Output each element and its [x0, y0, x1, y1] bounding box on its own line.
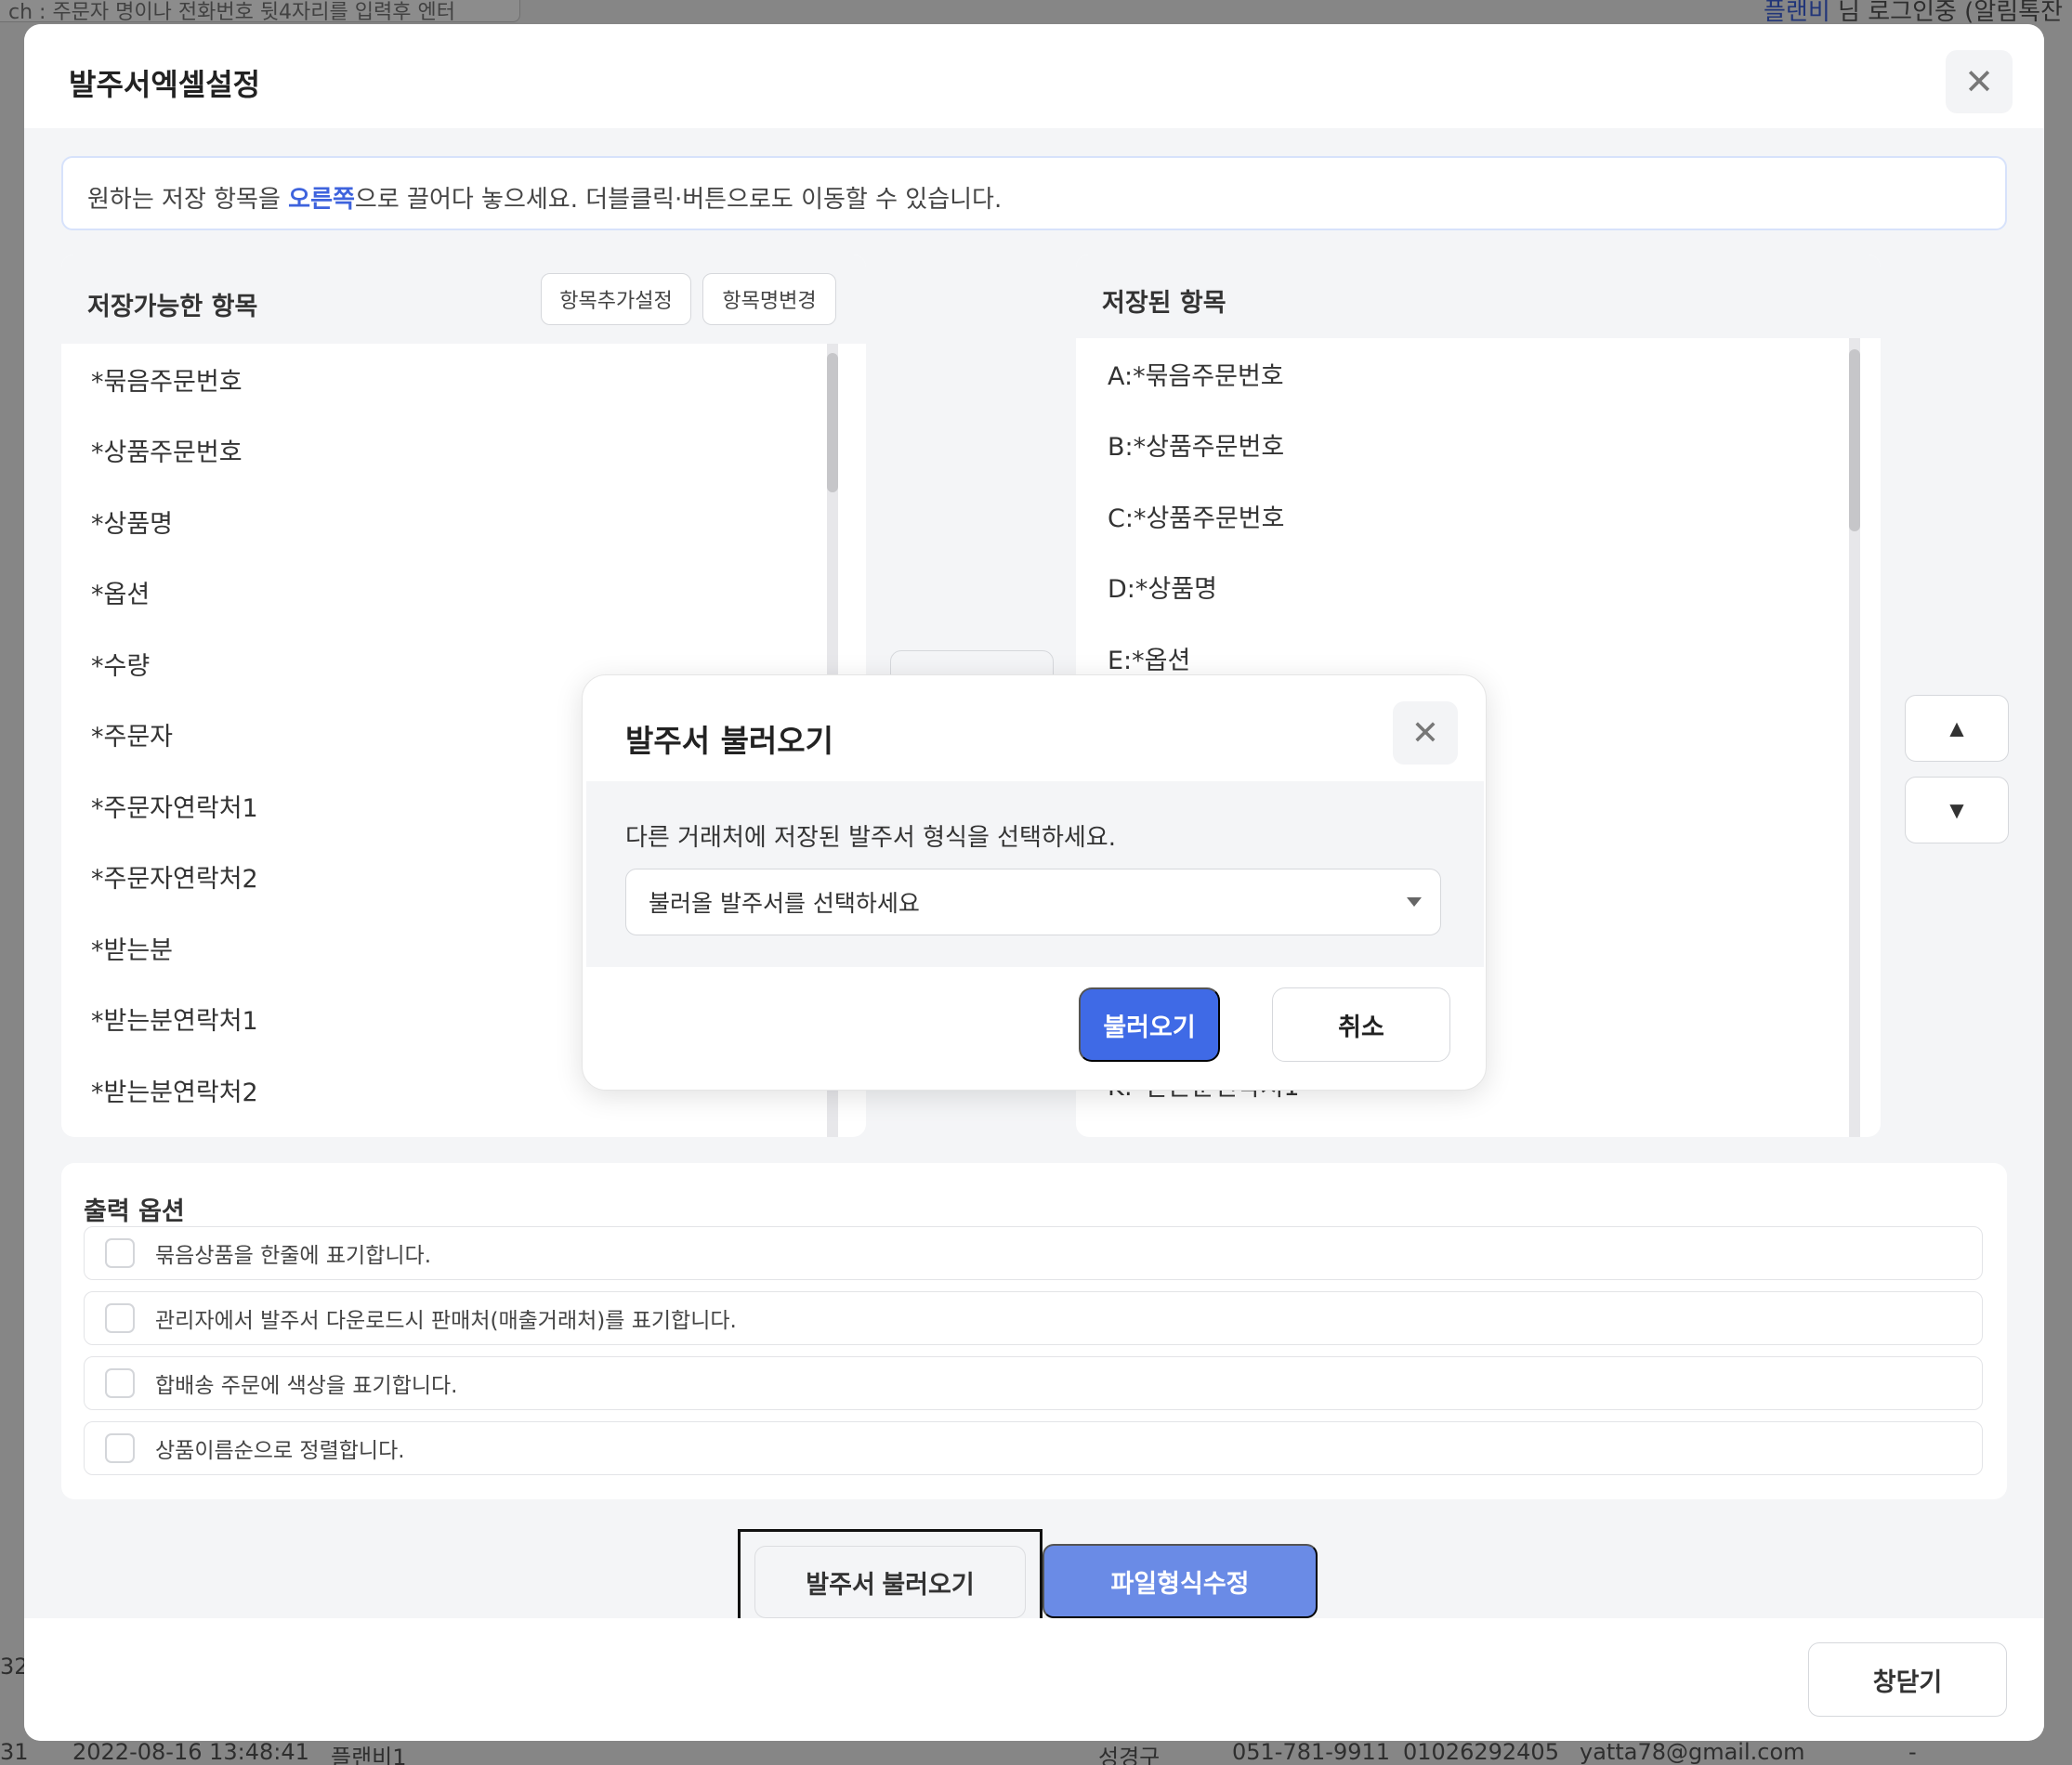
dialog-body: 다른 거래처에 저장된 발주서 형식을 선택하세요. 불러올 발주서를 선택하세…: [586, 781, 1484, 967]
option-label: 합배송 주문에 색상을 표기합니다.: [155, 1374, 458, 1398]
option-row-combined-shipping-color[interactable]: 합배송 주문에 색상을 표기합니다.: [84, 1356, 1983, 1410]
dialog-load-button[interactable]: 불러오기: [1079, 987, 1220, 1062]
load-order-form-button[interactable]: 발주서 불러오기: [754, 1546, 1026, 1618]
edit-file-format-button[interactable]: 파일형식수정: [1043, 1544, 1318, 1618]
modal-header: 발주서엑셀설정 ✕: [24, 24, 2044, 128]
saved-list-item[interactable]: B:*상품주문번호: [1076, 410, 1881, 481]
notice-suffix: 으로 끌어다 놓으세요. 더블클릭·버튼으로도 이동할 수 있습니다.: [354, 186, 1003, 214]
load-order-form-dialog: 발주서 불러오기 ✕ 다른 거래처에 저장된 발주서 형식을 선택하세요. 불러…: [582, 674, 1487, 1091]
checkbox[interactable]: [105, 1433, 135, 1463]
chevron-down-icon: [1407, 897, 1422, 907]
modal-title: 발주서엑셀설정: [69, 67, 261, 102]
available-list-item[interactable]: *상품주문번호: [61, 415, 866, 487]
option-row-bundle-one-line[interactable]: 묶음상품을 한줄에 표기합니다.: [84, 1226, 1983, 1280]
checkbox[interactable]: [105, 1238, 135, 1268]
saved-list-item[interactable]: A:*묶음주문번호: [1076, 338, 1881, 410]
checkbox[interactable]: [105, 1368, 135, 1398]
dialog-description: 다른 거래처에 저장된 발주서 형식을 선택하세요.: [625, 824, 1116, 852]
rename-item-button[interactable]: 항목명변경: [702, 273, 836, 325]
saved-items-scrollbar[interactable]: [1849, 338, 1860, 1137]
dialog-cancel-button[interactable]: 취소: [1272, 987, 1450, 1062]
available-list-item[interactable]: *상품명: [61, 486, 866, 557]
available-items-header: 저장가능한 항목 항목추가설정 항목명변경: [61, 255, 866, 344]
saved-items-scroll-thumb[interactable]: [1849, 349, 1860, 531]
option-row-sort-by-product-name[interactable]: 상품이름순으로 정렬합니다.: [84, 1421, 1983, 1475]
available-list-item[interactable]: *묶음주문번호: [61, 344, 866, 415]
close-window-button[interactable]: 창닫기: [1808, 1642, 2007, 1717]
saved-items-title: 저장된 항목: [1102, 289, 1226, 318]
output-options-section: 출력 옵션 묶음상품을 한줄에 표기합니다. 관리자에서 발주서 다운로드시 판…: [61, 1163, 2007, 1499]
option-label: 묶음상품을 한줄에 표기합니다.: [155, 1244, 432, 1268]
checkbox[interactable]: [105, 1303, 135, 1333]
notice-highlight: 오른쪽: [288, 186, 355, 214]
saved-list-item[interactable]: C:*상품주문번호: [1076, 480, 1881, 552]
saved-list-item[interactable]: D:*상품명: [1076, 552, 1881, 623]
modal-close-button[interactable]: ✕: [1946, 50, 2013, 113]
triangle-up-icon: ▲: [1945, 713, 1969, 742]
modal-footer: 창닫기: [24, 1618, 2044, 1741]
dialog-title: 발주서 불러오기: [625, 723, 834, 759]
add-item-setting-button[interactable]: 항목추가설정: [541, 273, 691, 325]
move-down-button[interactable]: ▼: [1905, 777, 2009, 843]
close-icon: ✕: [1410, 713, 1440, 752]
output-options-title: 출력 옵션: [84, 1197, 185, 1226]
saved-items-header: 저장된 항목: [1076, 255, 1881, 338]
option-label: 관리자에서 발주서 다운로드시 판매처(매출거래처)를 표기합니다.: [155, 1309, 737, 1333]
dialog-close-button[interactable]: ✕: [1393, 701, 1458, 765]
option-label: 상품이름순으로 정렬합니다.: [155, 1439, 405, 1463]
available-items-title: 저장가능한 항목: [87, 293, 258, 321]
select-placeholder: 불러올 발주서를 선택하세요: [649, 890, 920, 917]
available-items-scroll-thumb[interactable]: [827, 353, 838, 492]
order-form-select[interactable]: 불러올 발주서를 선택하세요: [625, 869, 1441, 935]
available-list-item[interactable]: *옵션: [61, 557, 866, 629]
move-up-button[interactable]: ▲: [1905, 695, 2009, 762]
option-row-show-seller[interactable]: 관리자에서 발주서 다운로드시 판매처(매출거래처)를 표기합니다.: [84, 1291, 1983, 1345]
notice-prefix: 원하는 저장 항목을: [87, 186, 289, 214]
drag-instruction-notice: 원하는 저장 항목을 오른쪽으로 끌어다 놓으세요. 더블클릭·버튼으로도 이동…: [61, 156, 2007, 230]
triangle-down-icon: ▼: [1945, 795, 1969, 824]
close-icon: ✕: [1964, 61, 1994, 102]
